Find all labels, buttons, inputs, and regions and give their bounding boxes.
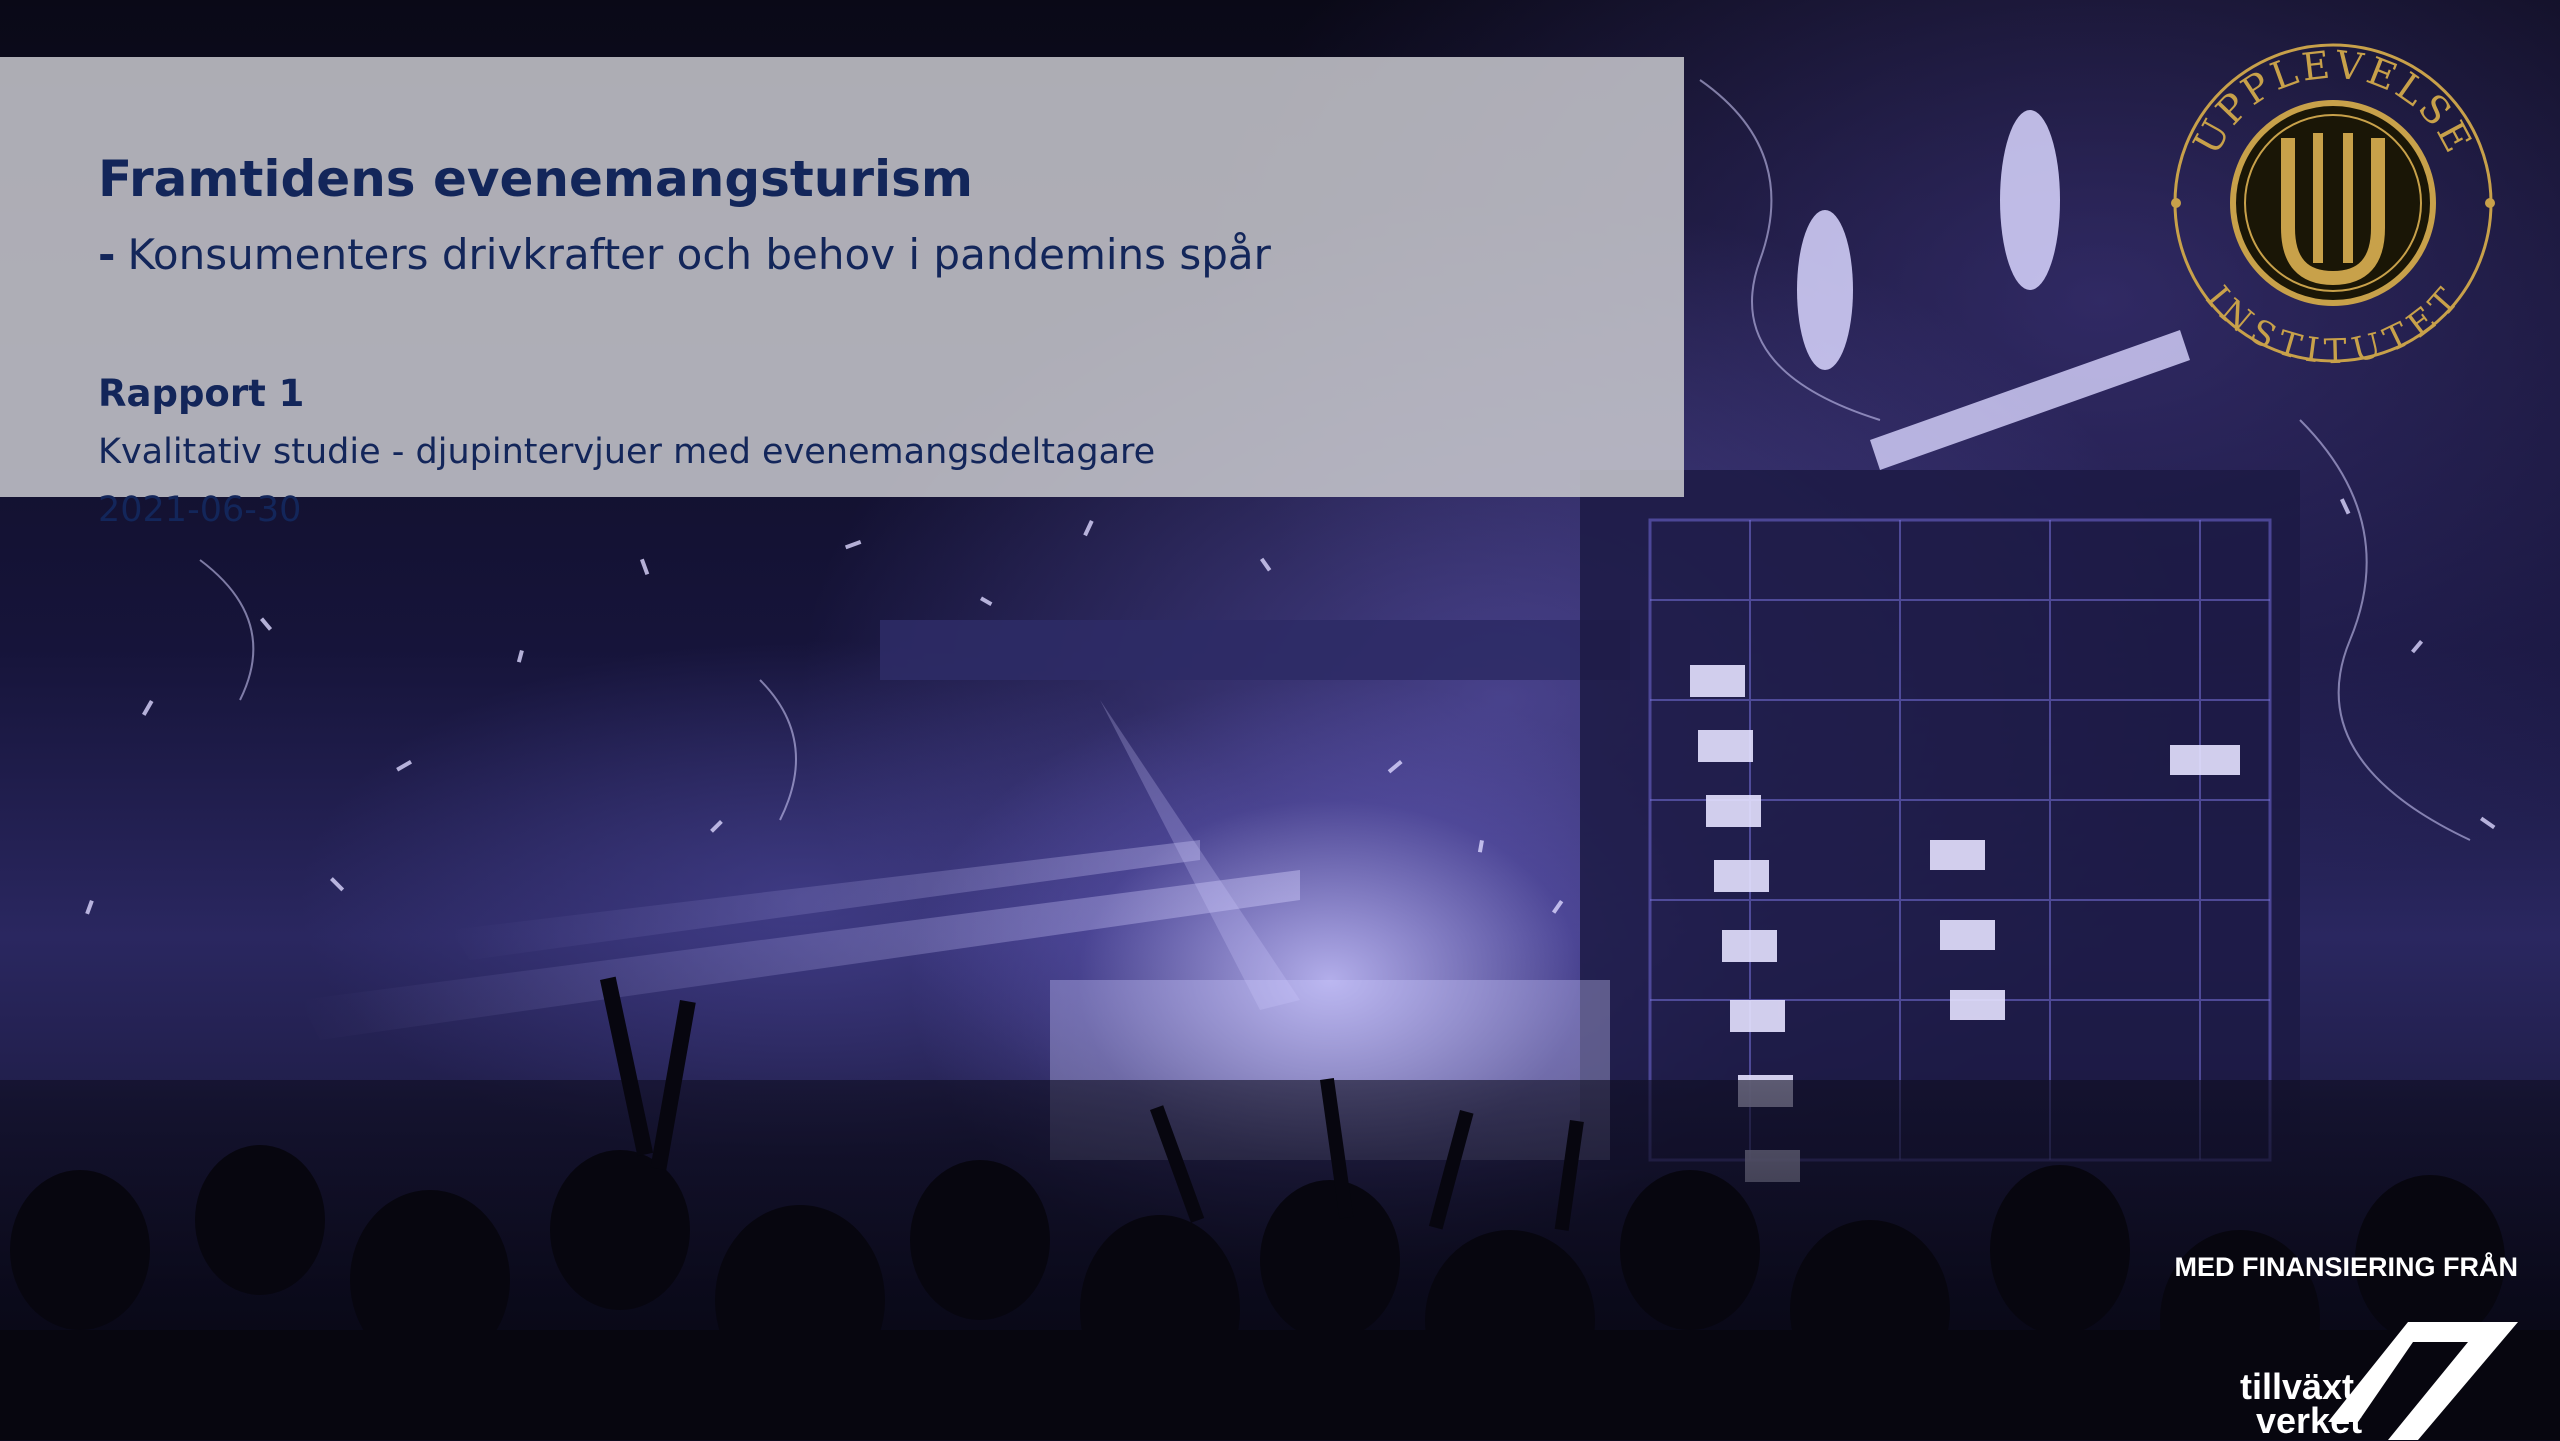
title-panel: Framtidens evenemangsturism - Konsumenter… bbox=[0, 57, 1684, 530]
report-date: 2021-06-30 bbox=[98, 490, 302, 530]
funding-caption: MED FINANSIERING FRÅN bbox=[2174, 1252, 2519, 1282]
tillvaxtverket-logo-line1: tillväxt bbox=[2240, 1366, 2355, 1407]
subtitle-dash: - bbox=[98, 230, 116, 279]
report-title: Framtidens evenemangsturism bbox=[98, 150, 974, 208]
tillvaxtverket-logo-line2: verket bbox=[2256, 1400, 2363, 1441]
subtitle-text: Konsumenters drivkrafter och behov i pan… bbox=[127, 230, 1271, 279]
upplevelseinstitutet-seal-logo: UPPLEVELSE INSTITUTET bbox=[2171, 42, 2495, 368]
report-number: Rapport 1 bbox=[98, 372, 305, 415]
report-subtitle: - Konsumenters drivkrafter och behov i pa… bbox=[98, 230, 1271, 279]
report-description: Kvalitativ studie - djupintervjuer med e… bbox=[98, 432, 1156, 472]
